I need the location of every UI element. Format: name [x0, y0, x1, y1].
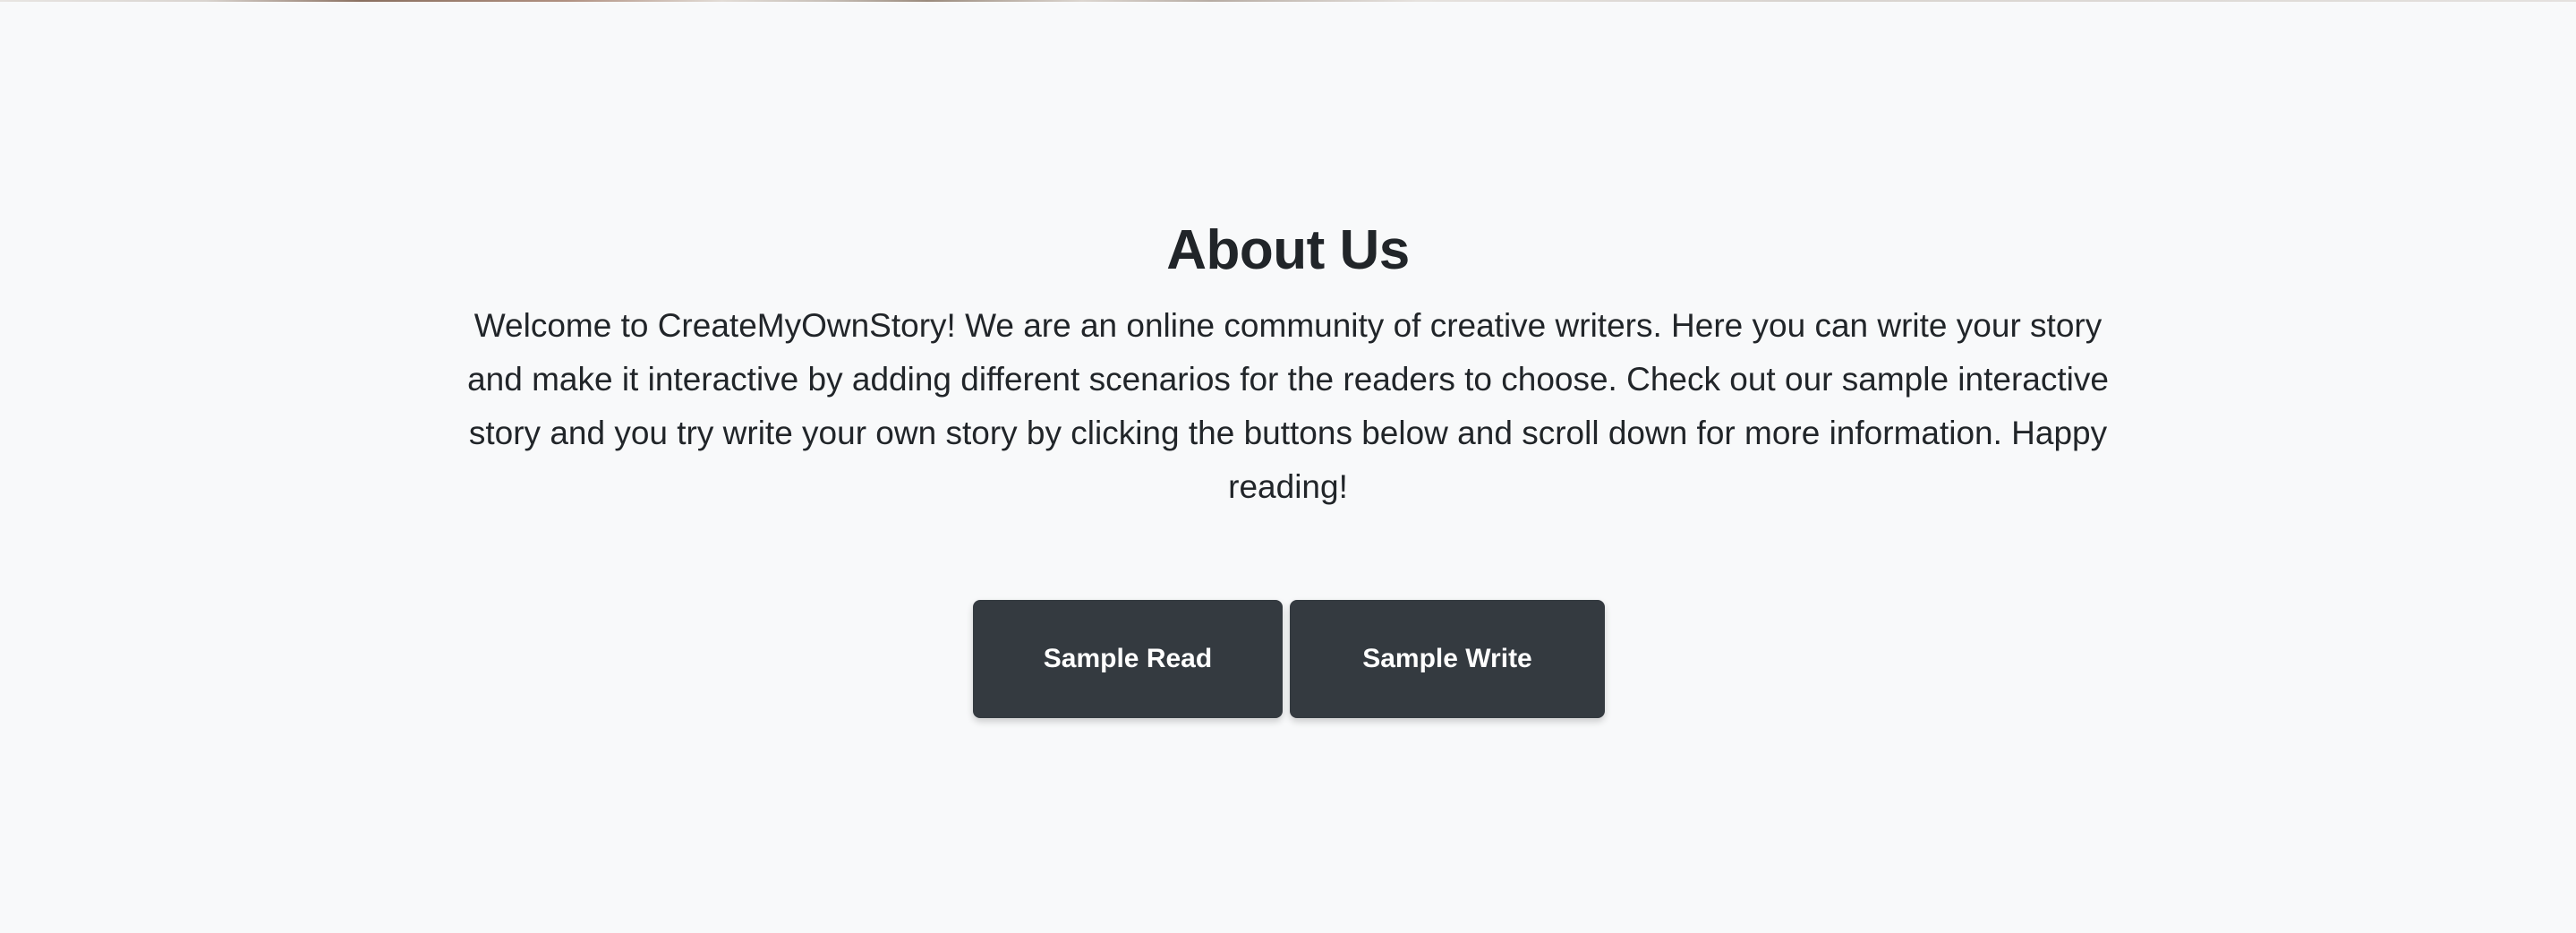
button-group: Sample Read Sample Write: [973, 600, 1605, 718]
sample-read-button[interactable]: Sample Read: [973, 600, 1283, 718]
about-description: Welcome to CreateMyOwnStory! We are an o…: [467, 307, 2109, 505]
about-title: About Us: [1166, 219, 1410, 281]
sample-write-button[interactable]: Sample Write: [1290, 600, 1605, 718]
about-section: About Us Welcome to CreateMyOwnStory! We…: [0, 0, 2576, 933]
